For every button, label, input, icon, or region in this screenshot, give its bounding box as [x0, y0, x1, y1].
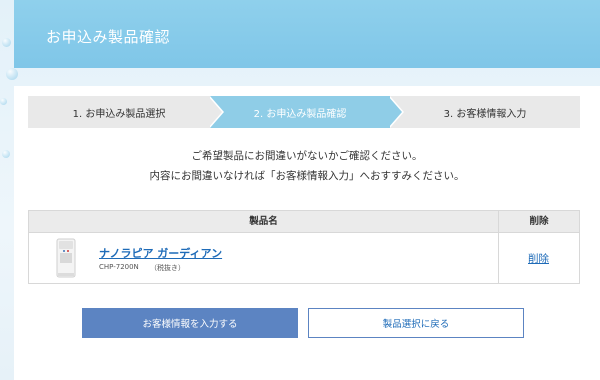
water-drop-decoration — [2, 150, 10, 158]
step-arrow — [208, 96, 222, 128]
enter-customer-info-button[interactable]: お客様情報を入力する — [82, 308, 298, 338]
step-1: 1. お申込み製品選択 — [28, 96, 210, 128]
table-row: ナノラピア ガーディアン CHP-7200N （税抜き） 削除 — [29, 233, 579, 283]
product-name-link[interactable]: ナノラピア ガーディアン — [99, 245, 222, 261]
water-drop-decoration — [0, 98, 7, 105]
confirm-message-line-2: 内容にお間違いなければ「お客様情報入力」へおすすみください。 — [149, 170, 465, 182]
step-progress: 1. お申込み製品選択 2. お申込み製品確認 3. お客様情報入力 — [28, 96, 580, 128]
product-model-code: CHP-7200N — [99, 263, 139, 271]
table-header: 製品名 削除 — [29, 211, 579, 233]
water-drop-decoration — [2, 38, 11, 47]
step-3: 3. お客様情報入力 — [390, 96, 580, 128]
water-drop-decoration — [6, 68, 18, 80]
step-2-active: 2. お申込み製品確認 — [210, 96, 390, 128]
product-thumbnail — [53, 237, 79, 279]
back-to-product-selection-button[interactable]: 製品選択に戻る — [308, 308, 524, 338]
water-server-icon — [56, 238, 76, 278]
step-arrow — [388, 96, 402, 128]
page-title: お申込み製品確認 — [46, 28, 171, 46]
main-card: 1. お申込み製品選択 2. お申込み製品確認 3. お客様情報入力 ご希望製品… — [14, 86, 600, 380]
product-tax-note: （税抜き） — [150, 264, 185, 272]
product-table: 製品名 削除 ナノラピア ガーディアン CHP-7200N （税抜き） 削除 — [28, 210, 580, 284]
column-header-delete: 削除 — [498, 211, 579, 233]
confirm-message-line-1: ご希望製品にお間違いがないかご確認ください。 — [191, 150, 423, 162]
page-header: お申込み製品確認 — [14, 0, 600, 68]
delete-link[interactable]: 削除 — [498, 251, 579, 266]
column-header-product-name: 製品名 — [249, 216, 278, 227]
